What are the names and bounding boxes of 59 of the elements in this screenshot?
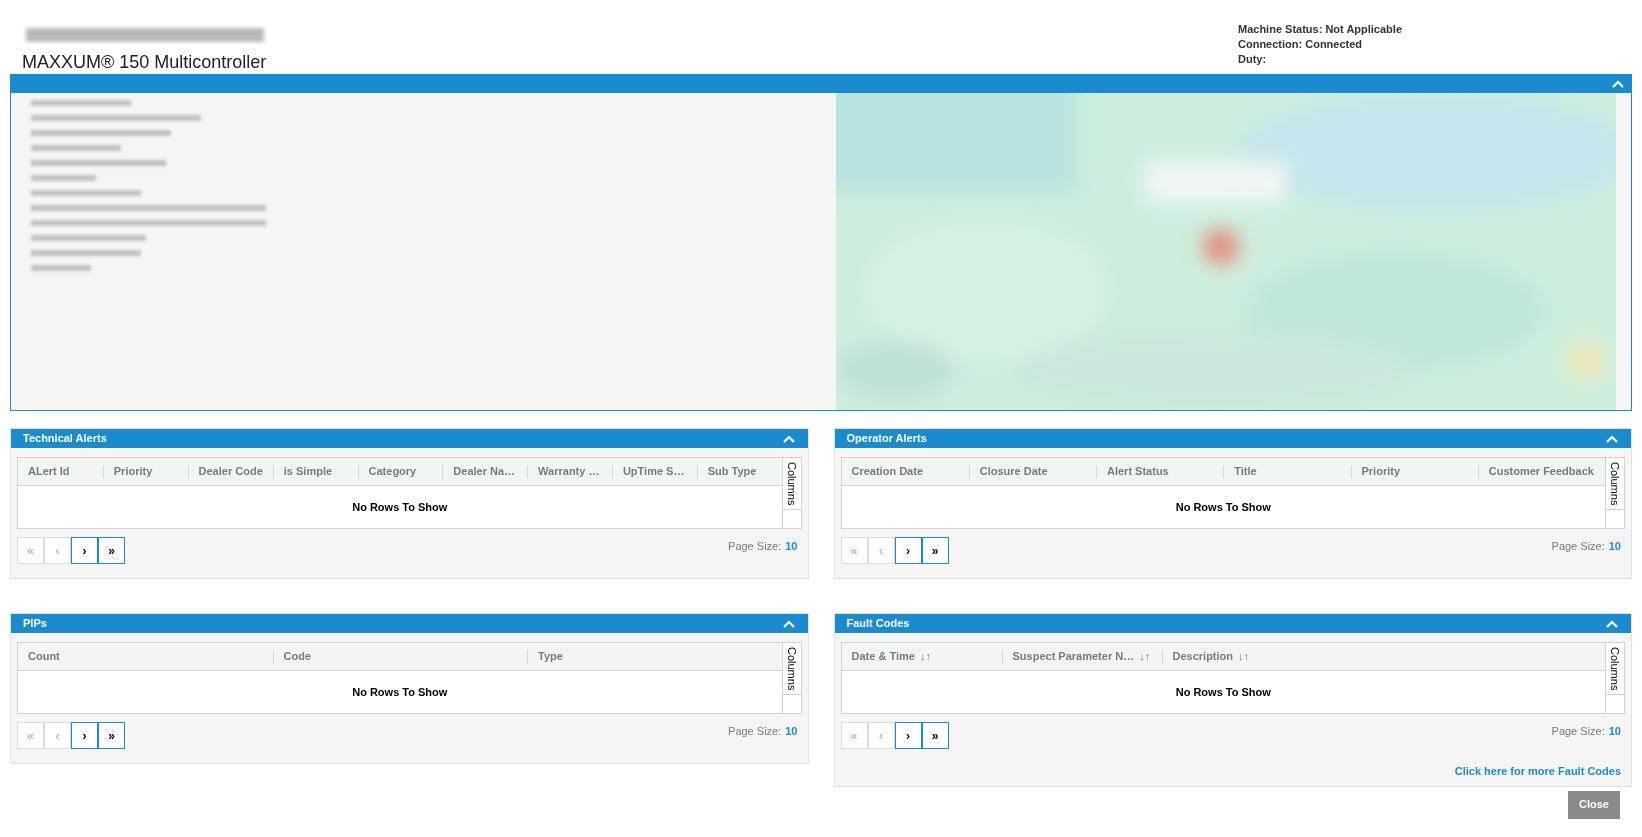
panel-title: Fault Codes: [846, 616, 910, 632]
page-size-value[interactable]: 10: [785, 723, 798, 740]
column-header[interactable]: Customer Feedback: [1488, 463, 1594, 480]
collapse-icon[interactable]: [1605, 618, 1619, 629]
collapse-icon[interactable]: [781, 618, 796, 629]
column-header[interactable]: UpTime S…: [622, 463, 685, 480]
column-header[interactable]: Count: [28, 648, 60, 665]
column-header[interactable]: ALert Id: [28, 463, 70, 480]
column-header[interactable]: Suspect Parameter N…: [1012, 648, 1135, 665]
collapse-icon[interactable]: [781, 433, 796, 444]
column-header[interactable]: Priority: [1361, 463, 1400, 480]
panel-title: Operator Alerts: [846, 431, 927, 447]
page-size-value[interactable]: 10: [1608, 723, 1621, 740]
empty-message: No Rows To Show: [352, 684, 448, 700]
empty-message: No Rows To Show: [1175, 499, 1271, 515]
panel-title: Technical Alerts: [23, 431, 107, 447]
page-size-value[interactable]: 10: [1608, 538, 1621, 555]
column-header[interactable]: Date & Time: [851, 648, 915, 665]
empty-message: No Rows To Show: [1175, 684, 1271, 700]
sort-icon[interactable]: ↓↑: [1238, 648, 1249, 665]
column-header[interactable]: Title: [1234, 463, 1257, 480]
pager-button[interactable]: »: [98, 537, 125, 564]
column-header[interactable]: Closure Date: [979, 463, 1048, 480]
page-size-label: Page Size:: [728, 539, 782, 554]
column-header[interactable]: Priority: [113, 463, 153, 480]
pager-button[interactable]: »: [921, 537, 949, 564]
page-size-label: Page Size:: [728, 724, 782, 739]
collapse-icon[interactable]: [1611, 79, 1625, 89]
more-fault-codes-link[interactable]: Click here for more Fault Codes: [1454, 763, 1621, 780]
sort-icon[interactable]: ↓↑: [919, 648, 931, 665]
empty-message: No Rows To Show: [352, 499, 448, 515]
column-header[interactable]: Sub Type: [707, 463, 757, 480]
collapse-icon[interactable]: [1605, 433, 1619, 444]
status-line: Machine Status: Not Applicable: [1238, 22, 1402, 37]
machine-model-title: MAXXUM® 150 Multicontroller: [22, 52, 268, 72]
column-header[interactable]: Category: [368, 463, 417, 480]
panel-title: PIPs: [23, 616, 47, 632]
column-header[interactable]: Dealer Code: [198, 463, 263, 480]
column-header[interactable]: Type: [538, 648, 563, 665]
status-line: Duty:: [1238, 52, 1268, 67]
pager-button[interactable]: ›: [894, 722, 922, 749]
column-header[interactable]: Description: [1172, 648, 1233, 665]
column-header[interactable]: Code: [283, 648, 311, 665]
column-header[interactable]: Warranty …: [538, 463, 600, 480]
column-header[interactable]: is Simple: [283, 463, 333, 480]
status-line: Connection: Connected: [1238, 37, 1364, 52]
column-header[interactable]: Creation Date: [851, 463, 924, 480]
page-size-value[interactable]: 10: [785, 538, 798, 555]
close-button[interactable]: Close: [1568, 790, 1620, 819]
pager-button[interactable]: ›: [71, 722, 98, 749]
pager-button[interactable]: »: [98, 722, 125, 749]
pager-button[interactable]: ›: [894, 537, 922, 564]
pager-button[interactable]: »: [921, 722, 949, 749]
page-size-label: Page Size:: [1551, 539, 1605, 554]
page-size-label: Page Size:: [1551, 724, 1605, 739]
sort-icon[interactable]: ↓↑: [1139, 648, 1151, 665]
column-header[interactable]: Dealer Na…: [453, 463, 516, 480]
column-header[interactable]: Alert Status: [1107, 463, 1169, 480]
pager-button[interactable]: ›: [71, 537, 98, 564]
